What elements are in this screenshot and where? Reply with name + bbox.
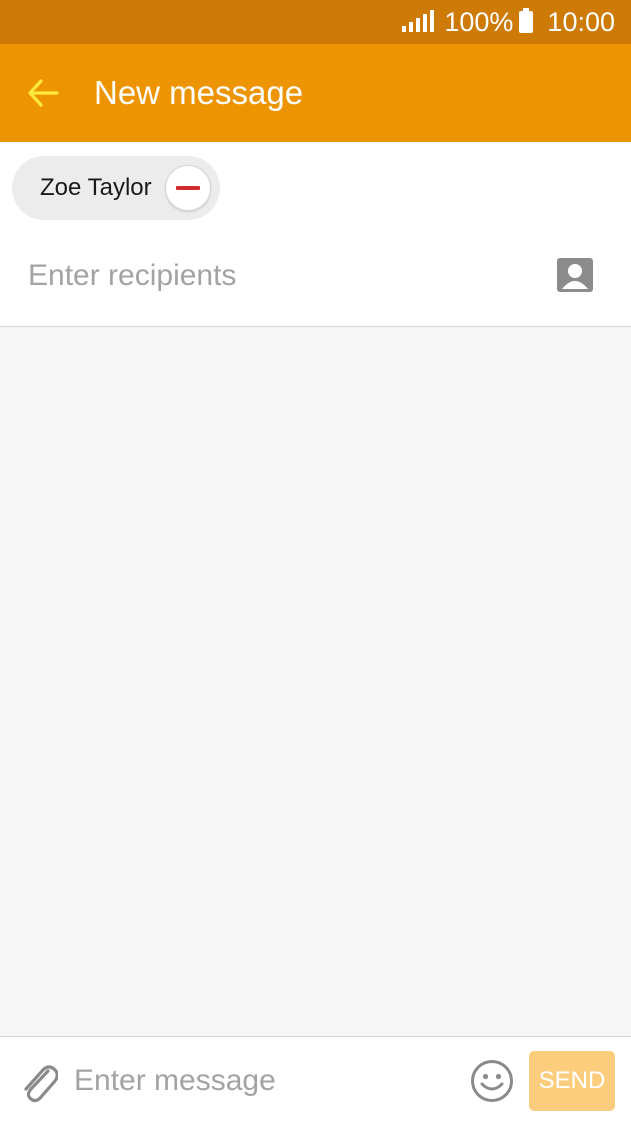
signal-icon — [402, 10, 435, 32]
compose-bar: SEND — [0, 1036, 631, 1122]
remove-recipient-button[interactable] — [165, 165, 211, 211]
battery-icon — [519, 8, 534, 33]
minus-circle-icon — [176, 186, 200, 190]
battery-percent: 100% — [444, 6, 514, 37]
paperclip-icon[interactable] — [18, 1059, 58, 1103]
contact-book-icon[interactable] — [556, 257, 594, 293]
app-bar: New message — [0, 44, 631, 142]
arrow-back-icon — [28, 79, 59, 107]
recipient-area: Zoe Taylor — [0, 142, 631, 327]
conversation-area — [0, 328, 631, 1036]
page-title: New message — [94, 74, 304, 111]
clock: 10:00 — [547, 6, 615, 37]
smiley-icon[interactable] — [470, 1059, 514, 1103]
recipients-input[interactable] — [28, 250, 528, 302]
recipient-chip-label: Zoe Taylor — [40, 174, 152, 201]
back-button[interactable] — [0, 44, 86, 142]
send-button[interactable]: SEND — [529, 1051, 615, 1111]
status-bar: 100% 10:00 — [0, 0, 631, 44]
recipient-chip[interactable]: Zoe Taylor — [12, 156, 220, 220]
message-input[interactable] — [74, 1057, 454, 1105]
